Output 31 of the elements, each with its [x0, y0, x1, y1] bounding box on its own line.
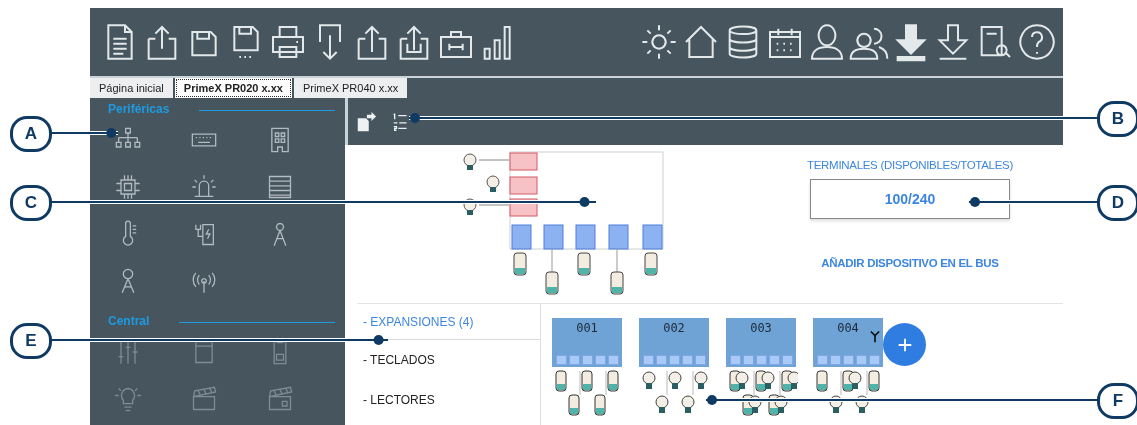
add-device-link[interactable]: AÑADIR DISPOSITIVO EN EL BUS — [821, 257, 999, 269]
section-title: Periféricas — [108, 102, 170, 116]
terminals-label: TERMINALES (DISPONIBLES/TOTALES) — [807, 159, 1013, 171]
menu-item[interactable]: - TECLADOS — [357, 340, 540, 380]
slot-row-drawing — [642, 355, 706, 365]
expansion-number: 004 — [837, 321, 859, 335]
terminals-count: 100/240 — [810, 179, 1010, 219]
section-title: Central — [108, 314, 150, 328]
slot-row-drawing — [729, 355, 793, 365]
tab[interactable]: PrimeX PR020 x.xx — [174, 78, 292, 98]
callout-badge: A — [10, 116, 52, 152]
expansion-card[interactable]: 004 — [813, 318, 883, 367]
expansion-number: 002 — [663, 321, 685, 335]
expansion-card[interactable]: 003 — [726, 318, 796, 367]
expansion-number: 001 — [576, 321, 598, 335]
callout-badge: E — [10, 323, 52, 359]
export-document-icon[interactable] — [355, 110, 377, 133]
slot-row-drawing — [555, 355, 619, 365]
expansion-card[interactable]: 002 — [639, 318, 709, 367]
slot-row-drawing — [816, 355, 880, 365]
add-button[interactable] — [883, 323, 926, 366]
expansion-card[interactable]: 001 — [552, 318, 622, 367]
tab[interactable]: Página inicial — [90, 78, 173, 98]
expansion-number: 003 — [750, 321, 772, 335]
callout-badge: D — [1097, 185, 1137, 221]
callout-badge: B — [1097, 101, 1137, 137]
menu-item[interactable]: - LECTORES — [357, 380, 540, 420]
callout-badge: C — [10, 185, 52, 221]
chip-icon[interactable] — [114, 172, 142, 201]
callout-badge: F — [1097, 383, 1137, 419]
tab[interactable]: PrimeX PR040 x.xx — [293, 78, 408, 98]
